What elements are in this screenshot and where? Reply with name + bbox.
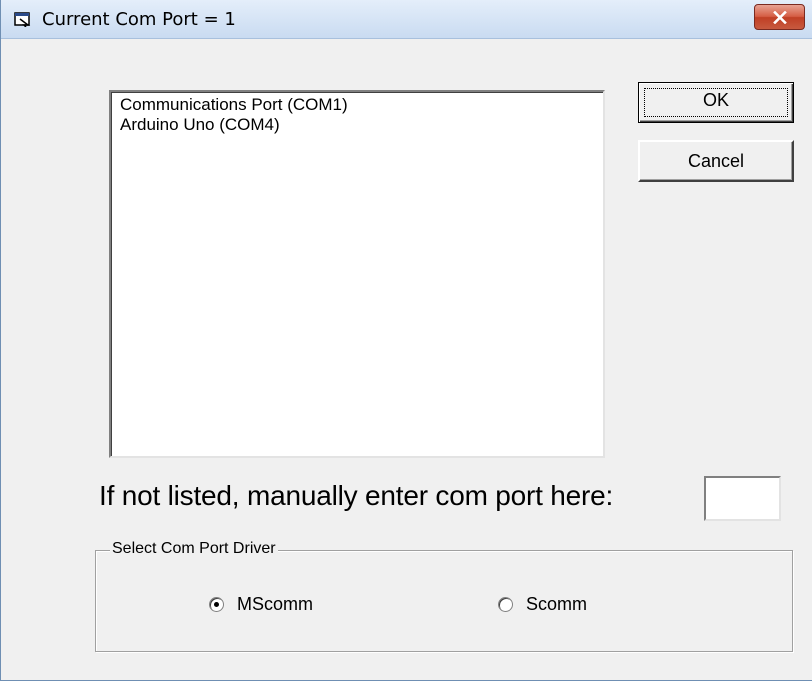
driver-groupbox: Select Com Port Driver MScomm Scomm (95, 540, 793, 652)
driver-group-legend: Select Com Port Driver (110, 540, 278, 558)
window-title: Current Com Port = 1 (42, 9, 236, 30)
form-window-icon (14, 11, 32, 28)
scomm-radio-label[interactable]: Scomm (526, 594, 587, 615)
manual-entry-label: If not listed, manually enter com port h… (99, 480, 614, 511)
close-button[interactable] (754, 4, 805, 30)
list-item-com4[interactable]: Arduino Uno (COM4) (120, 115, 280, 135)
cancel-button-label: Cancel (687, 151, 745, 171)
close-x-icon (773, 11, 787, 24)
title-bar[interactable]: Current Com Port = 1 (1, 0, 812, 39)
com-port-listbox[interactable]: Communications Port (COM1) Arduino Uno (… (109, 90, 605, 458)
ok-button[interactable]: OK (638, 82, 794, 123)
com-port-dialog: Current Com Port = 1 Communications Port… (0, 0, 812, 681)
manual-com-port-input[interactable] (704, 476, 781, 521)
ok-button-label: OK (702, 90, 729, 110)
scomm-radio[interactable] (498, 597, 513, 612)
cancel-button[interactable]: Cancel (638, 140, 794, 182)
list-item-com1[interactable]: Communications Port (COM1) (120, 95, 348, 115)
mscomm-radio-label[interactable]: MScomm (237, 594, 313, 615)
mscomm-radio[interactable] (209, 597, 224, 612)
